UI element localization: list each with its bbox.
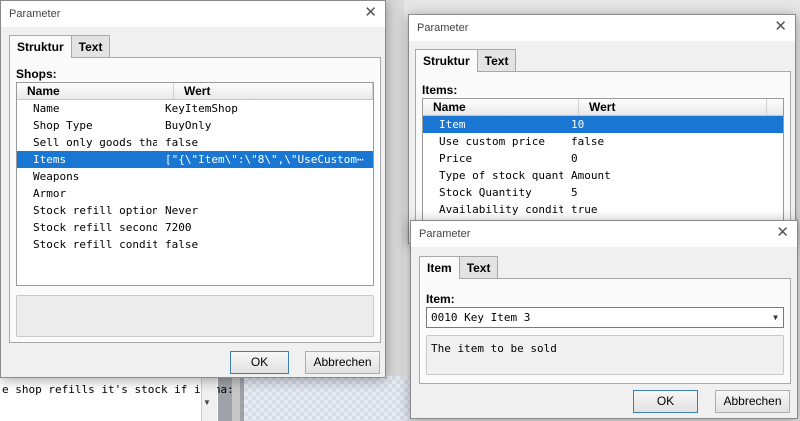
close-icon[interactable]: ✕ [364,4,377,22]
close-icon[interactable]: ✕ [774,18,787,36]
tab-text[interactable]: Text [458,256,499,279]
row-value: BuyOnly [165,119,212,132]
grid-row[interactable]: Availability condition true [423,201,783,218]
grid-row[interactable]: Item 10 [423,116,783,133]
item-panel: Item: 0010 Key Item 3 ▼ The item to be s… [419,278,791,384]
row-value: Never [165,204,199,217]
items-label: Items: [422,83,458,97]
tab-struktur[interactable]: Struktur [415,49,478,72]
dialog-title: Parameter [9,8,61,20]
row-name: Stock refill seconds [33,221,157,234]
dialog-title: Parameter [417,22,469,34]
struktur-panel: Shops: Name Wert Name KeyItemShop Shop Typ… [9,57,381,343]
grid-row[interactable]: Stock refill condition false [17,236,373,253]
row-value: KeyItemShop [165,102,238,115]
column-header-name[interactable]: Name [17,83,174,99]
grid-row[interactable]: Type of stock quantity Amount [423,167,783,184]
row-name: Type of stock quantity [439,169,563,182]
items-parameter-dialog: Parameter ✕ Struktur Text Items: Name We… [408,14,796,244]
item-select[interactable]: 0010 Key Item 3 ▼ [426,307,784,328]
item-select-value: 0010 Key Item 3 [431,311,531,324]
dialog-titlebar: Parameter ✕ [1,1,385,27]
row-value: false [165,238,199,251]
dialog-titlebar: Parameter ✕ [411,221,797,247]
row-name: Availability condition [439,203,563,216]
row-value: 0 [571,152,578,165]
column-header-value[interactable]: Wert [579,99,767,115]
row-name: Use custom price [439,135,545,148]
background-strip-text: e shop refills it's stock if it ha: [2,383,234,396]
column-header-value[interactable]: Wert [174,83,373,99]
row-name: Items [33,153,67,166]
grid-row[interactable]: Price 0 [423,150,783,167]
grid-row[interactable]: Armor [17,185,373,202]
grid-row[interactable]: Name KeyItemShop [17,100,373,117]
tab-text[interactable]: Text [70,35,111,58]
row-name: Shop Type [33,119,93,132]
tab-bar: Struktur Text [9,35,111,58]
row-name: Weapons [33,170,80,183]
column-header-name[interactable]: Name [423,99,579,115]
ok-button[interactable]: OK [633,390,698,413]
background-divider [232,376,240,421]
grid-row[interactable]: Stock refill option Never [17,202,373,219]
row-value: ["{\"Item\":\"8\",\"UseCustom⋯ [165,153,364,166]
row-name: Stock refill condition [33,238,157,251]
row-value: 10 [571,118,585,131]
close-icon[interactable]: ✕ [776,224,789,242]
cancel-button[interactable]: Abbrechen [715,390,790,413]
grid-row[interactable]: Weapons [17,168,373,185]
grid-row[interactable]: Sell only goods that⋯ false [17,134,373,151]
row-value [157,168,373,185]
grid-row[interactable]: Stock refill seconds 7200 [17,219,373,236]
shops-label: Shops: [16,67,57,81]
row-value: 7200 [165,221,192,234]
description-box [16,295,374,337]
cancel-button[interactable]: Abbrechen [305,351,380,374]
dialog-title: Parameter [419,228,471,240]
row-name: Stock Quantity [439,186,532,199]
dialog-titlebar: Parameter ✕ [409,15,795,41]
shops-property-grid[interactable]: Name Wert Name KeyItemShop Shop Type BuyOnl… [16,82,374,286]
item-label: Item: [426,292,455,306]
row-name: Item [439,118,466,131]
grid-row[interactable]: Use custom price false [423,133,783,150]
grid-row[interactable]: Shop Type BuyOnly [17,117,373,134]
row-value [157,185,373,202]
tab-bar: Item Text [419,256,499,279]
item-description: The item to be sold [431,342,557,355]
row-value: true [571,203,598,216]
row-value: 5 [571,186,578,199]
row-value: Amount [571,169,611,182]
row-name: Name [33,102,60,115]
grid-row[interactable]: Stock Quantity 5 [423,184,783,201]
row-name: Sell only goods that⋯ [33,136,157,149]
background-text-strip: e shop refills it's stock if it ha: [0,376,234,421]
tab-bar: Struktur Text [415,49,517,72]
shops-parameter-dialog: Parameter ✕ Struktur Text Shops: Name We… [0,0,386,378]
row-name: Price [439,152,473,165]
row-name: Armor [33,187,67,200]
item-description-box: The item to be sold [426,335,784,375]
grid-header: Name Wert [423,99,783,116]
tab-item[interactable]: Item [419,256,460,279]
items-property-grid[interactable]: Name Wert Item 10 Use custom price false Pri… [422,98,784,238]
tab-text[interactable]: Text [476,49,517,72]
struktur-panel: Items: Name Wert Item 10 Use custom price f… [415,71,791,241]
chevron-down-icon[interactable]: ▼ [773,308,778,327]
background-checker-area [244,376,414,421]
ok-button[interactable]: OK [230,351,289,374]
tab-struktur[interactable]: Struktur [9,35,72,58]
row-value: false [571,135,605,148]
row-name: Stock refill option [33,204,157,217]
item-parameter-dialog: Parameter ✕ Item Text Item: 0010 Key Ite… [410,220,798,419]
grid-header: Name Wert [17,83,373,100]
scroll-down-arrow-icon[interactable]: ▼ [203,398,211,407]
row-value: false [165,136,199,149]
grid-row[interactable]: Items ["{\"Item\":\"8\",\"UseCustom⋯ [17,151,373,168]
